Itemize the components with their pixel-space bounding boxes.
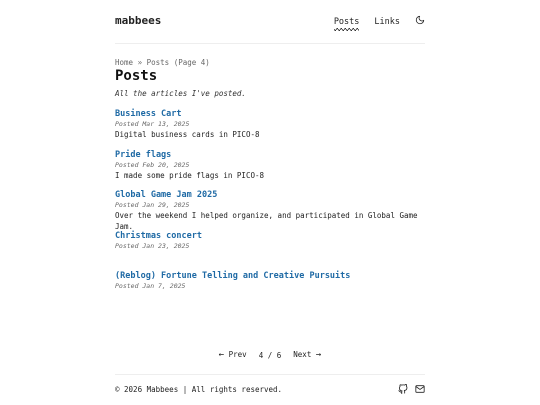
mail-icon xyxy=(415,385,425,393)
pagination: ← Prev 4 / 6 Next → xyxy=(0,350,540,360)
breadcrumb-home[interactable]: Home xyxy=(115,58,133,67)
github-icon xyxy=(398,384,408,394)
breadcrumb-current: Posts (Page 4) xyxy=(146,58,210,67)
post-date: Posted Mar 13, 2025 xyxy=(115,120,190,128)
post-title-link[interactable]: Business Cart xyxy=(115,108,425,120)
breadcrumb: Home » Posts (Page 4) xyxy=(115,58,210,67)
post-date: Posted Jan 29, 2025 xyxy=(115,201,190,209)
post-item: Christmas concert Posted Jan 23, 2025 xyxy=(115,230,425,271)
post-title-link[interactable]: Christmas concert xyxy=(115,230,425,242)
post-title-link[interactable]: Global Game Jam 2025 xyxy=(115,189,425,201)
breadcrumb-separator: » xyxy=(137,58,143,67)
post-description: Digital business cards in PICO-8 xyxy=(115,130,260,139)
next-label: Next xyxy=(293,350,312,359)
nav-links[interactable]: Links xyxy=(374,17,400,27)
moon-icon xyxy=(415,15,425,25)
footer-copyright: © 2026 Mabbees | All rights reserved. xyxy=(115,385,283,394)
github-link[interactable] xyxy=(398,384,408,394)
page-indicator: 4 / 6 xyxy=(258,350,282,360)
page-title: Posts xyxy=(115,68,158,84)
post-title-link[interactable]: (Reblog) Fortune Telling and Creative Pu… xyxy=(115,270,425,282)
main-nav: Posts Links xyxy=(333,15,425,31)
post-date: Posted Feb 20, 2025 xyxy=(115,160,190,169)
post-date: Posted Jan 7, 2025 xyxy=(115,282,186,290)
nav-posts[interactable]: Posts xyxy=(333,17,359,31)
prev-label: Prev xyxy=(228,350,247,359)
post-item: Global Game Jam 2025 Posted Jan 29, 2025… xyxy=(115,189,425,231)
post-date: Posted Jan 23, 2025 xyxy=(115,241,190,250)
theme-toggle-button[interactable] xyxy=(415,15,425,28)
post-list: Business Cart Posted Mar 13, 2025 Digita… xyxy=(115,108,425,311)
post-description: I made some pride flags in PICO-8 xyxy=(115,170,265,180)
post-item: Business Cart Posted Mar 13, 2025 Digita… xyxy=(115,108,425,149)
post-item: (Reblog) Fortune Telling and Creative Pu… xyxy=(115,270,425,311)
site-title[interactable]: mabbees xyxy=(115,14,161,27)
next-page-button[interactable]: Next → xyxy=(293,350,321,360)
footer-social xyxy=(398,384,425,394)
page-subtitle: All the articles I've posted. xyxy=(115,89,246,98)
email-link[interactable] xyxy=(415,384,425,394)
footer-divider xyxy=(115,374,425,375)
prev-page-button[interactable]: ← Prev xyxy=(219,350,247,360)
arrow-left-icon: ← xyxy=(218,350,225,360)
header-divider xyxy=(115,43,425,44)
site-header: mabbees Posts Links xyxy=(115,13,425,31)
post-title-link[interactable]: Pride flags xyxy=(115,149,425,161)
post-item: Pride flags Posted Feb 20, 2025 I made s… xyxy=(115,149,425,190)
arrow-right-icon: → xyxy=(315,350,322,360)
